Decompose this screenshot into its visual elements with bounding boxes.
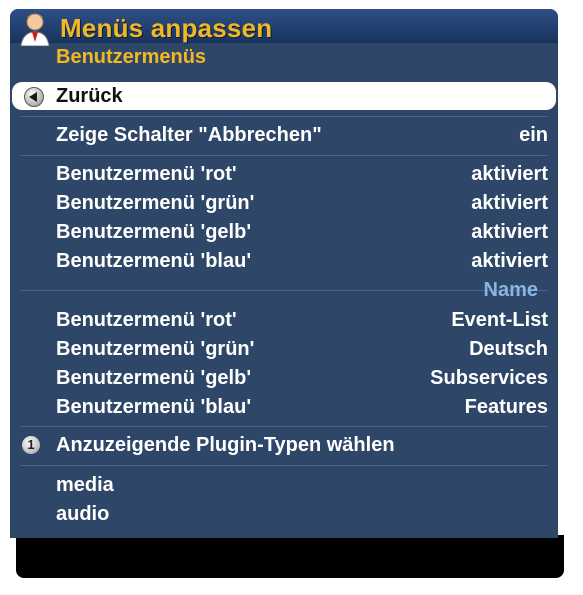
menu-yellow-name-label: Benutzermenü 'gelb' bbox=[56, 367, 252, 389]
divider bbox=[20, 155, 548, 156]
menu-red-name-row[interactable]: Benutzermenü 'rot' Event-List bbox=[10, 306, 558, 334]
plugin-types-label: Anzuzeigende Plugin-Typen wählen bbox=[56, 434, 395, 456]
window-title: Menüs anpassen bbox=[60, 13, 273, 43]
menu-yellow-name-row[interactable]: Benutzermenü 'gelb' Subservices bbox=[10, 364, 558, 392]
menu-yellow-name-value: Subservices bbox=[430, 367, 548, 389]
cancel-toggle-label: Zeige Schalter "Abbrechen" bbox=[56, 124, 322, 146]
back-arrow-icon bbox=[24, 87, 44, 107]
title-bar: Menüs anpassen bbox=[10, 9, 558, 46]
plugin-types-item[interactable]: 1 Anzuzeigende Plugin-Typen wählen bbox=[10, 431, 558, 459]
menu-green-name-value: Deutsch bbox=[469, 338, 548, 360]
menu-blue-name-row[interactable]: Benutzermenü 'blau' Features bbox=[10, 393, 558, 421]
menu-green-label: Benutzermenü 'grün' bbox=[56, 192, 255, 214]
menu-blue-name-label: Benutzermenü 'blau' bbox=[56, 396, 252, 418]
name-section-header: Name bbox=[483, 279, 538, 301]
cancel-toggle-row[interactable]: Zeige Schalter "Abbrechen" ein bbox=[10, 121, 558, 149]
menu-red-status: aktiviert bbox=[471, 163, 548, 185]
plugin-type-audio-label: audio bbox=[56, 503, 110, 525]
window-shadow bbox=[16, 535, 564, 578]
menu-blue-status: aktiviert bbox=[471, 250, 548, 272]
menu-blue-name-value: Features bbox=[464, 396, 548, 418]
menu-green-name-row[interactable]: Benutzermenü 'grün' Deutsch bbox=[10, 335, 558, 363]
menu-window: Menüs anpassen Benutzermenüs Zurück Zeig… bbox=[10, 9, 558, 538]
menu-green-name-label: Benutzermenü 'grün' bbox=[56, 338, 255, 360]
menu-blue-enabled-row[interactable]: Benutzermenü 'blau' aktiviert bbox=[10, 247, 558, 275]
menu-green-enabled-row[interactable]: Benutzermenü 'grün' aktiviert bbox=[10, 189, 558, 217]
menu-blue-label: Benutzermenü 'blau' bbox=[56, 250, 252, 272]
menu-green-status: aktiviert bbox=[471, 192, 548, 214]
divider bbox=[20, 465, 548, 466]
divider bbox=[20, 290, 548, 291]
cancel-toggle-value: ein bbox=[519, 124, 548, 146]
back-item-label: Zurück bbox=[56, 85, 123, 107]
number-one-icon: 1 bbox=[22, 436, 40, 454]
plugin-type-audio[interactable]: audio bbox=[10, 500, 558, 528]
menu-yellow-status: aktiviert bbox=[471, 221, 548, 243]
plugin-type-media-label: media bbox=[56, 474, 114, 496]
menu-red-label: Benutzermenü 'rot' bbox=[56, 163, 237, 185]
window-subtitle: Benutzermenüs bbox=[56, 46, 207, 68]
menu-yellow-label: Benutzermenü 'gelb' bbox=[56, 221, 252, 243]
menu-red-enabled-row[interactable]: Benutzermenü 'rot' aktiviert bbox=[10, 160, 558, 188]
divider bbox=[20, 426, 548, 427]
menu-red-name-value: Event-List bbox=[451, 309, 548, 331]
menu-yellow-enabled-row[interactable]: Benutzermenü 'gelb' aktiviert bbox=[10, 218, 558, 246]
back-item[interactable]: Zurück bbox=[12, 82, 556, 110]
user-icon bbox=[20, 13, 50, 46]
menu-red-name-label: Benutzermenü 'rot' bbox=[56, 309, 237, 331]
divider bbox=[20, 116, 548, 117]
plugin-type-media[interactable]: media bbox=[10, 471, 558, 499]
